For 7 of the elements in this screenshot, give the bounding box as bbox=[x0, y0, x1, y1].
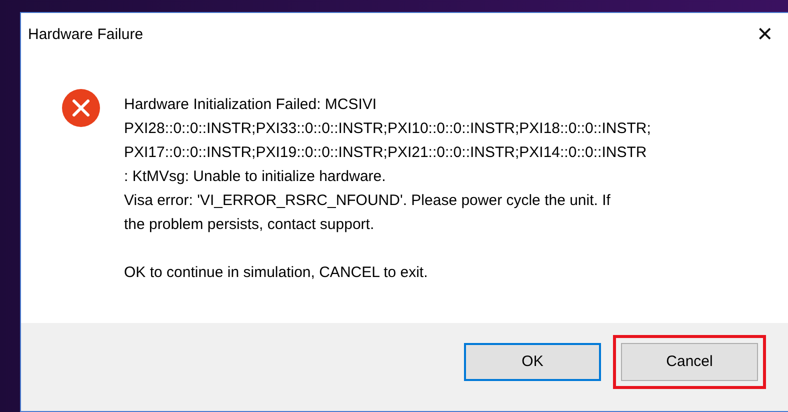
window-title: Hardware Failure bbox=[28, 24, 144, 45]
cancel-button[interactable]: Cancel bbox=[621, 343, 758, 381]
close-button[interactable]: ✕ bbox=[742, 13, 788, 57]
error-icon bbox=[62, 89, 100, 127]
message-text: OK to continue in simulation, CANCEL to exit. bbox=[124, 263, 429, 283]
message-text: Hardware Initialization Failed: MCSIVI PXI28::0::0::INSTR;PXI33::0::0::INSTR;PXI10::0::0::INSTR;PXI18::0::0::INSTR; PXI17::0::0::INSTR;PXI19::0::0::INSTR;PXI21::0::0::INSTR;PXI14::0::0::INSTR : KtMVsg: Unable to initialize hardware. Visa error: 'VI_ERROR_RSRC_NFOUND'. Please power cycle the unit. If the problem persists, contact support. bbox=[124, 95, 651, 235]
ok-button[interactable]: OK bbox=[464, 343, 601, 381]
